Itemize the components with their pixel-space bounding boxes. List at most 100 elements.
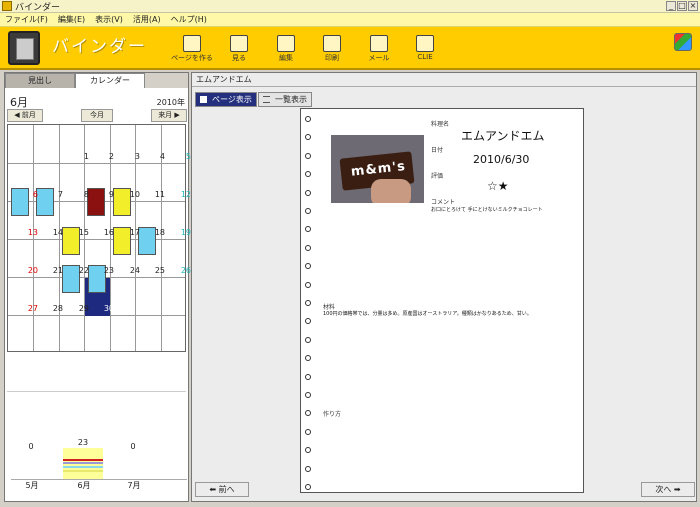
day-7[interactable]: 7 xyxy=(51,190,63,199)
day-23[interactable]: 23 xyxy=(102,266,114,275)
left-panel: 見出し カレンダー 6月 2010年 ◀ 前月 今月 来月 ▶ 1 2 3 4 … xyxy=(4,72,191,502)
day-5[interactable]: 5 xyxy=(179,152,191,161)
count-june: 23 xyxy=(77,438,89,447)
app-icon xyxy=(2,1,12,11)
day-16[interactable]: 16 xyxy=(102,228,114,237)
day-18[interactable]: 18 xyxy=(153,228,165,237)
create-page-icon xyxy=(183,35,201,52)
day-10[interactable]: 10 xyxy=(128,190,140,199)
view-button[interactable]: 見る xyxy=(215,35,263,63)
rating-label: 評価 xyxy=(431,173,444,180)
prev-page-button[interactable]: ⬅ 前へ xyxy=(195,482,249,497)
day-11[interactable]: 11 xyxy=(153,190,165,199)
menu-file[interactable]: ファイル(F) xyxy=(0,14,53,25)
day-17[interactable]: 17 xyxy=(128,228,140,237)
mail-button[interactable]: メール xyxy=(355,35,403,63)
edit-button[interactable]: 編集 xyxy=(262,35,310,63)
arrow-right-icon: ➡ xyxy=(673,485,681,494)
calendar-year: 2010年 xyxy=(156,98,185,107)
day-20[interactable]: 20 xyxy=(26,266,38,275)
day-29[interactable]: 29 xyxy=(77,304,89,313)
day-14[interactable]: 14 xyxy=(51,228,63,237)
bar-june[interactable] xyxy=(63,448,103,480)
day-15[interactable]: 15 xyxy=(77,228,89,237)
day-8[interactable]: 8 xyxy=(77,190,89,199)
page-title: エムアンドエム xyxy=(192,73,696,87)
name-label: 料理名 xyxy=(431,121,450,128)
list-view-icon xyxy=(263,96,270,103)
palette-icon[interactable] xyxy=(674,33,692,51)
tab-calendar[interactable]: カレンダー xyxy=(75,73,145,88)
menu-bar: ファイル(F) 編集(E) 表示(V) 活用(A) ヘルプ(H) xyxy=(0,13,700,27)
day-26[interactable]: 26 xyxy=(179,266,191,275)
recipe-date: 2010/6/30 xyxy=(473,153,530,166)
day-30[interactable]: 30 xyxy=(102,304,114,313)
clie-device-icon xyxy=(416,35,434,52)
tab-headings[interactable]: 見出し xyxy=(5,73,75,88)
day-22[interactable]: 22 xyxy=(77,266,89,275)
mail-icon xyxy=(370,35,388,52)
month-label-may: 5月 xyxy=(25,481,39,490)
method-label: 作り方 xyxy=(323,411,342,418)
menu-use[interactable]: 活用(A) xyxy=(128,14,166,25)
menu-view[interactable]: 表示(V) xyxy=(90,14,128,25)
count-july: 0 xyxy=(130,442,136,451)
day-9[interactable]: 9 xyxy=(102,190,114,199)
list-view-button[interactable]: 一覧表示 xyxy=(258,92,312,107)
day-6[interactable]: 6 xyxy=(26,190,38,199)
menu-edit[interactable]: 編集(E) xyxy=(53,14,90,25)
binder-page: m&m's 料理名 エムアンドエム 日付 2010/6/30 評価 ☆★ コメン… xyxy=(300,108,584,493)
clie-button[interactable]: CLIE xyxy=(401,35,449,61)
arrow-right-icon: ▶ xyxy=(174,111,180,119)
bar-june-stripe-blue xyxy=(63,462,103,464)
day-21[interactable]: 21 xyxy=(51,266,63,275)
arrow-left-icon: ⬅ xyxy=(209,485,217,494)
minimize-button[interactable]: _ xyxy=(666,1,676,11)
day-27[interactable]: 27 xyxy=(26,304,38,313)
title-bar: バインダー _ □ × xyxy=(0,0,700,13)
day-28[interactable]: 28 xyxy=(51,304,63,313)
print-button[interactable]: 印刷 xyxy=(308,35,356,63)
calendar-month: 6月 xyxy=(10,96,28,109)
day-25[interactable]: 25 xyxy=(153,266,165,275)
day-13[interactable]: 13 xyxy=(26,228,38,237)
bar-june-stripe-red xyxy=(63,459,103,461)
view-book-icon xyxy=(230,35,248,52)
bar-june-stripe-yellow xyxy=(63,470,103,472)
day-24[interactable]: 24 xyxy=(128,266,140,275)
create-page-button[interactable]: ページを作る xyxy=(168,35,216,63)
right-panel: エムアンドエム ページ表示 一覧表示 m&m's 料理名 エムアンドエム 日付 … xyxy=(191,72,697,502)
day-3[interactable]: 3 xyxy=(128,152,140,161)
page-view-icon xyxy=(200,96,207,103)
brand-title: バインダー xyxy=(52,37,147,57)
date-label: 日付 xyxy=(431,147,444,154)
edit-icon xyxy=(277,35,295,52)
maximize-button[interactable]: □ xyxy=(677,1,687,11)
day-12[interactable]: 12 xyxy=(179,190,191,199)
arrow-left-icon: ◀ xyxy=(14,111,20,119)
page-view-button[interactable]: ページ表示 xyxy=(195,92,257,107)
comment-label: コメント xyxy=(431,199,456,206)
day-4[interactable]: 4 xyxy=(153,152,165,161)
recipe-photo[interactable]: m&m's xyxy=(331,135,424,203)
day-19[interactable]: 19 xyxy=(179,228,191,237)
next-month-button[interactable]: 来月 ▶ xyxy=(151,109,187,122)
binder-logo-icon xyxy=(8,31,40,65)
month-label-june: 6月 xyxy=(77,481,91,490)
month-label-july: 7月 xyxy=(127,481,141,490)
calendar-grid: 1 2 3 4 5 6 7 8 9 10 11 12 13 14 15 16 1… xyxy=(7,124,191,352)
recipe-name: エムアンドエム xyxy=(461,129,545,143)
brand-bar: バインダー ページを作る 見る 編集 印刷 メール CLIE xyxy=(0,27,700,70)
recipe-comment: お口にとろけて 手にとけないミルクチョコレート xyxy=(431,207,543,213)
recipe-ingredients: 100円の価格帯では、分量は多め。原産国はオーストラリア。種類はかなりあるため、… xyxy=(323,311,532,317)
menu-help[interactable]: ヘルプ(H) xyxy=(166,14,212,25)
prev-month-button[interactable]: ◀ 前月 xyxy=(7,109,43,122)
close-button[interactable]: × xyxy=(688,1,698,11)
day-1[interactable]: 1 xyxy=(77,152,89,161)
window-title: バインダー xyxy=(15,2,61,13)
count-may: 0 xyxy=(28,442,34,451)
bar-june-stripe-cyan xyxy=(63,466,103,468)
day-2[interactable]: 2 xyxy=(102,152,114,161)
next-page-button[interactable]: 次へ ➡ xyxy=(641,482,695,497)
this-month-button[interactable]: 今月 xyxy=(81,109,113,122)
